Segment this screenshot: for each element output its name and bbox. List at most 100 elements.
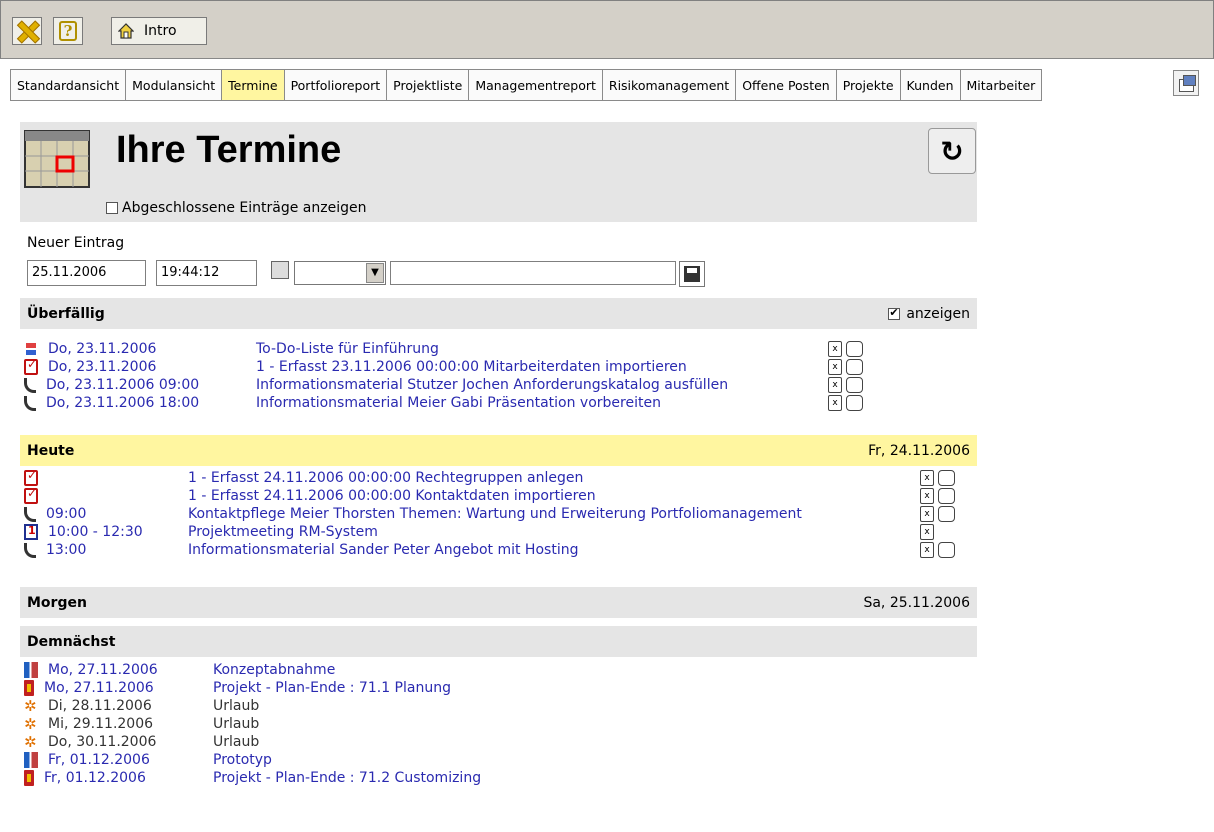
tab-modulansicht[interactable]: Modulansicht [125,69,222,101]
refresh-icon: ↻ [940,134,964,168]
delete-doc-icon[interactable]: x [920,506,934,522]
item-date[interactable]: Fr, 01.12.2006 [48,752,150,768]
phone-icon [24,377,36,393]
milestone-icon [24,752,38,768]
item-date: Mi, 29.11.2006 [48,716,154,732]
item-date[interactable]: Do, 23.11.2006 [48,359,156,375]
new-entry-time-field[interactable]: 19:44:12 [156,260,257,286]
phone-icon [24,506,36,522]
tab-standardansicht[interactable]: Standardansicht [10,69,126,101]
chevron-down-icon: ▼ [366,263,384,283]
done-checkbox[interactable] [938,542,955,558]
item-actions: x [920,470,955,486]
item-title[interactable]: To-Do-Liste für Einführung [256,341,439,357]
item-title[interactable]: Prototyp [213,752,272,768]
section-today-header: Heute Fr, 24.11.2006 [20,435,977,466]
list-item: Mo, 27.11.2006 Konzeptabnahme [24,661,335,679]
tab-projektliste[interactable]: Projektliste [386,69,469,101]
delete-doc-icon[interactable]: x [828,395,842,411]
date-picker-button[interactable] [271,261,289,279]
done-checkbox[interactable] [846,377,863,393]
delete-doc-icon[interactable]: x [828,341,842,357]
item-actions: x [828,341,863,357]
item-date[interactable]: Mo, 27.11.2006 [48,662,158,678]
delete-doc-icon[interactable]: x [920,470,934,486]
item-date[interactable]: Do, 23.11.2006 18:00 [46,395,199,411]
tab-risikomanagement[interactable]: Risikomanagement [601,69,736,101]
new-entry-date-field[interactable]: 25.11.2006 [27,260,146,286]
item-title[interactable]: 1 - Erfasst 24.11.2006 00:00:00 Kontaktd… [188,488,596,504]
tab-projekte[interactable]: Projekte [835,69,900,101]
tab-termine[interactable]: Termine [221,69,284,101]
done-checkbox[interactable] [938,488,955,504]
tab-managementreport[interactable]: Managementreport [468,69,602,101]
overdue-show-label: anzeigen [906,305,970,322]
done-checkbox[interactable] [846,359,863,375]
milestone-icon [24,662,38,678]
tab-portfolioreport[interactable]: Portfolioreport [283,69,387,101]
item-actions: x [828,377,863,393]
entry-type-select[interactable]: ▼ [294,261,386,285]
list-item: Do, 23.11.2006 18:00 Informationsmaterial… [24,394,863,412]
item-date[interactable]: Mo, 27.11.2006 [44,680,154,696]
delete-doc-icon[interactable]: x [828,359,842,375]
list-item: Do, 23.11.2006 1 - Erfasst 23.11.2006 00:… [24,357,863,376]
item-date[interactable]: Fr, 01.12.2006 [44,770,146,786]
done-checkbox[interactable] [846,341,863,357]
item-title[interactable]: Projektmeeting RM-System [188,524,378,540]
done-checkbox[interactable] [846,395,863,411]
overdue-show-checkbox[interactable] [888,306,901,320]
phone-icon [24,542,36,558]
done-checkbox[interactable] [938,506,955,522]
item-date[interactable]: Do, 23.11.2006 [48,341,156,357]
vacation-icon: ✲ [24,697,37,715]
new-entry-text-field[interactable] [390,261,676,285]
list-item: ✲ Di, 28.11.2006 Urlaub [24,697,259,715]
item-title[interactable]: Informationsmaterial Meier Gabi Präsenta… [256,395,661,411]
item-title[interactable]: 1 - Erfasst 23.11.2006 00:00:00 Mitarbei… [256,359,687,375]
show-completed-toggle[interactable]: Abgeschlossene Einträge anzeigen [106,200,366,216]
item-time[interactable]: 10:00 - 12:30 [48,524,143,540]
item-title[interactable]: Projekt - Plan-Ende : 71.1 Planung [213,680,451,696]
tab-kunden[interactable]: Kunden [899,69,960,101]
today-list: 1 - Erfasst 24.11.2006 00:00:00 Rechtegr… [24,468,955,559]
tab-offene-posten[interactable]: Offene Posten [735,69,836,101]
done-checkbox[interactable] [938,470,955,486]
upcoming-list: Mo, 27.11.2006 Konzeptabnahme Mo, 27.11.20… [24,661,481,787]
delete-doc-icon[interactable]: x [920,542,934,558]
help-button[interactable]: ? [53,17,83,45]
view-tabs: Standardansicht Modulansicht Termine Portfo… [10,69,1043,101]
delete-doc-icon[interactable]: x [828,377,842,393]
window-icon-button[interactable] [1173,70,1199,96]
section-tomorrow-title: Morgen [27,594,87,611]
item-actions: x [920,524,934,540]
tab-mitarbeiter[interactable]: Mitarbeiter [959,69,1043,101]
item-title[interactable]: Projekt - Plan-Ende : 71.2 Customizing [213,770,481,786]
item-actions: x [920,506,955,522]
phone-icon [24,395,36,411]
item-time[interactable]: 13:00 [46,542,86,558]
list-item: 09:00 Kontaktpflege Meier Thorsten Themen… [24,505,955,523]
item-actions: x [920,542,955,558]
top-toolbar: ? Intro [0,0,1214,59]
item-title[interactable]: Informationsmaterial Stutzer Jochen Anfo… [256,377,728,393]
item-title[interactable]: Konzeptabnahme [213,662,335,678]
item-title[interactable]: Kontaktpflege Meier Thorsten Themen: War… [188,506,802,522]
intro-button[interactable]: Intro [111,17,207,45]
list-item: ✲ Do, 30.11.2006 Urlaub [24,733,259,751]
item-title[interactable]: Informationsmaterial Sander Peter Angebo… [188,542,578,558]
item-date[interactable]: Do, 23.11.2006 09:00 [46,377,199,393]
close-button[interactable] [12,17,42,45]
section-overdue-title: Überfällig [27,305,105,322]
overdue-show-toggle[interactable]: anzeigen [888,306,970,322]
item-time[interactable]: 09:00 [46,506,86,522]
delete-doc-icon[interactable]: x [920,488,934,504]
show-completed-checkbox[interactable] [106,202,118,214]
save-icon [684,266,700,282]
item-title[interactable]: 1 - Erfasst 24.11.2006 00:00:00 Rechtegr… [188,470,583,486]
delete-doc-icon[interactable]: x [920,524,934,540]
save-button[interactable] [679,261,705,287]
refresh-button[interactable]: ↻ [928,128,976,174]
item-date: Di, 28.11.2006 [48,698,152,714]
list-item: 1 - Erfasst 24.11.2006 00:00:00 Kontaktd… [24,486,955,505]
